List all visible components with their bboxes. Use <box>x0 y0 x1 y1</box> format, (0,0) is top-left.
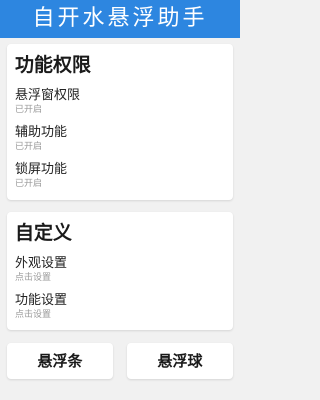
app-header: 自开水悬浮助手 <box>0 0 240 38</box>
floating-bar-button[interactable]: 悬浮条 <box>7 343 113 379</box>
permissions-card: 功能权限 悬浮窗权限 已开启 辅助功能 已开启 锁屏功能 已开启 <box>7 44 233 200</box>
custom-item-label: 外观设置 <box>15 256 68 271</box>
custom-item-hint: 点击设置 <box>15 273 52 283</box>
custom-item-hint: 点击设置 <box>15 310 52 320</box>
permission-item-label: 锁屏功能 <box>15 162 68 177</box>
permission-item-status: 已开启 <box>15 142 43 152</box>
permission-item-status: 已开启 <box>15 105 43 115</box>
custom-item-label: 功能设置 <box>15 293 68 308</box>
permission-item-label: 辅助功能 <box>15 125 68 140</box>
permission-item-label: 悬浮窗权限 <box>15 88 81 103</box>
permission-item-accessibility[interactable]: 辅助功能 已开启 <box>15 125 225 157</box>
permissions-card-title: 功能权限 <box>15 54 92 76</box>
custom-card-title: 自定义 <box>15 222 73 244</box>
permission-item-status: 已开启 <box>15 179 43 189</box>
custom-card: 自定义 外观设置 点击设置 功能设置 点击设置 <box>7 212 233 330</box>
custom-item-function[interactable]: 功能设置 点击设置 <box>15 293 225 325</box>
app-title: 自开水悬浮助手 <box>32 6 208 31</box>
floating-ball-button[interactable]: 悬浮球 <box>127 343 233 379</box>
custom-item-appearance[interactable]: 外观设置 点击设置 <box>15 256 225 288</box>
permission-item-overlay[interactable]: 悬浮窗权限 已开启 <box>15 88 225 120</box>
permission-item-lockscreen[interactable]: 锁屏功能 已开启 <box>15 162 225 194</box>
